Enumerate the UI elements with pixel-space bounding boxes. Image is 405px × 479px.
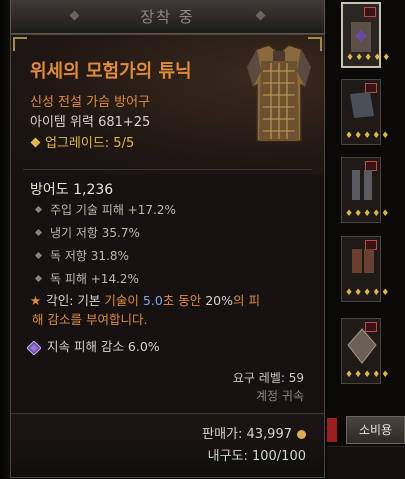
item-rank-stars: ♦♦♦♦♦	[345, 288, 391, 298]
affix-text: 주입 기술 피해 +17.2%	[50, 203, 176, 217]
inventory-slot[interactable]: ♦♦♦♦♦	[341, 79, 389, 145]
sell-price: 판매가: 43,997	[202, 423, 306, 442]
item-tooltip: 위세의 모험가의 튜닉 신성 전설 가슴 방어구 아이템 위력 681+25 업…	[10, 34, 325, 478]
affix-text: 독 피해 +14.2%	[50, 272, 139, 286]
gold-coin-icon	[297, 430, 306, 439]
item-rank-stars: ♦♦♦♦♦	[345, 209, 391, 219]
socket-text: 지속 피해 감소 6.0%	[47, 339, 160, 354]
bullet-icon	[34, 228, 43, 237]
affix-line: 주입 기술 피해 +17.2%	[34, 201, 176, 218]
star-icon: ★	[30, 293, 42, 308]
aspect-line2: 해 감소를 부여합니다.	[32, 312, 148, 327]
item-rank-stars: ♦♦♦♦♦	[345, 370, 391, 380]
slot-legs-icon	[352, 170, 372, 200]
slot-armor-icon	[351, 22, 371, 52]
socket-gem-line: 지속 피해 감소 6.0%	[27, 336, 160, 355]
bullet-icon	[34, 274, 43, 283]
account-bound: 계정 귀속	[256, 389, 304, 403]
slot-shield-icon	[347, 328, 377, 364]
consumable-tab-button[interactable]: 소비용	[346, 416, 405, 444]
equipped-header: 장착 중	[10, 0, 325, 34]
inventory-slot-equipped[interactable]: ♦♦♦♦♦	[341, 2, 390, 68]
affix-text: 독 저항 31.8%	[50, 249, 129, 263]
upgrade-diamond-icon	[30, 137, 41, 148]
red-marker	[327, 418, 337, 442]
item-rank-stars: ♦♦♦♦♦	[345, 131, 391, 141]
divider	[23, 169, 312, 170]
bullet-icon	[34, 251, 43, 260]
item-name: 위세의 모험가의 튜닉	[30, 61, 192, 82]
inventory-slot[interactable]: ♦♦♦♦♦	[341, 157, 389, 223]
aspect-mid: 초 동안	[162, 293, 206, 308]
corner-ornament	[13, 37, 27, 51]
item-type: 신성 전설 가슴 방어구	[30, 95, 151, 110]
affix-line: 독 피해 +14.2%	[34, 270, 139, 287]
aspect-percent: 20%	[205, 293, 234, 308]
aspect-effect: ★ 각인: 기본 기술이 5.0초 동안 20%의 피 해 감소를 부여합니다.	[30, 291, 320, 329]
durability: 내구도: 100/100	[207, 449, 306, 464]
chest-armor-icon	[246, 44, 312, 142]
inventory-slot[interactable]: ♦♦♦♦♦	[341, 236, 389, 302]
armor-value: 방어도 1,236	[30, 182, 114, 198]
aspect-prefix: 각인: 기본	[46, 293, 105, 308]
inventory-slot[interactable]: ♦♦♦♦♦	[341, 318, 389, 384]
amethyst-gem-icon	[27, 340, 41, 355]
sell-price-text: 판매가: 43,997	[202, 427, 292, 442]
affix-line: 냉기 저항 35.7%	[34, 224, 140, 241]
bottom-bar	[327, 446, 405, 479]
affix-line: 독 저항 31.8%	[34, 247, 129, 264]
required-level: 요구 레벨: 59	[232, 371, 304, 385]
bookmark-icon	[364, 7, 376, 17]
affix-text: 냉기 저항 35.7%	[50, 226, 140, 240]
left-edge	[0, 0, 10, 478]
item-rank-stars: ♦♦♦♦♦	[346, 53, 392, 63]
upgrade-line: 업그레이드: 5/5	[30, 132, 134, 151]
bullet-icon	[34, 205, 43, 214]
upgrade-text: 업그레이드: 5/5	[45, 136, 135, 151]
slot-gauntlet-icon	[350, 92, 374, 118]
header-title: 장착 중	[140, 8, 195, 26]
slot-boots-icon	[352, 249, 374, 273]
aspect-keyword: 기술이	[104, 293, 139, 308]
aspect-line-end: 의 피	[233, 293, 261, 308]
aspect-value: 5.0	[142, 293, 163, 308]
item-power: 아이템 위력 681+25	[30, 115, 151, 130]
